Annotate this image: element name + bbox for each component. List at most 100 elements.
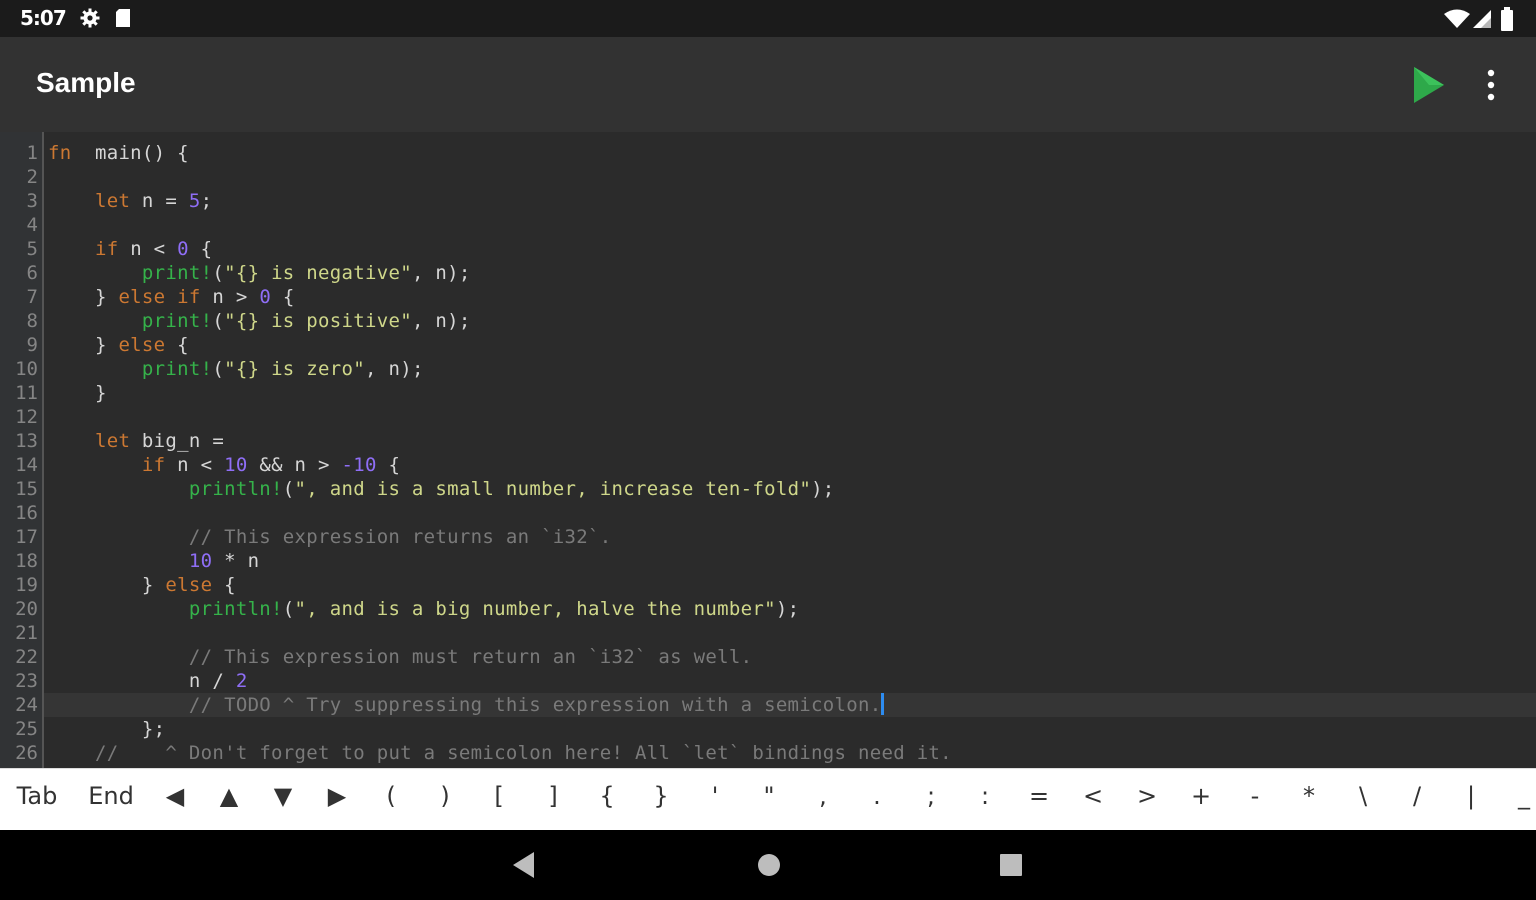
extra-key[interactable]: + (1188, 769, 1214, 831)
run-button[interactable] (1404, 61, 1448, 109)
extra-key[interactable]: Tab (12, 769, 62, 831)
code-line[interactable]: // TODO ^ Try suppressing this expressio… (48, 693, 885, 717)
home-icon[interactable] (756, 852, 782, 878)
back-icon[interactable] (510, 850, 540, 880)
code-token: // ^ Don't forget to put a semicolon her… (94, 742, 952, 764)
code-token: 10 (224, 454, 248, 476)
extra-key[interactable]: } (648, 769, 674, 831)
code-line[interactable]: } else if n > 0 { (48, 285, 295, 309)
extra-key[interactable]: ▼ (270, 769, 296, 831)
wifi-icon (1444, 9, 1470, 28)
code-token: "{} is positive" (224, 310, 412, 332)
code-token: ", and is a small number, increase ten-f… (294, 478, 812, 500)
extra-key[interactable]: ◀ (162, 769, 188, 831)
code-line[interactable]: } else { (48, 573, 236, 597)
cell-signal-icon (1473, 10, 1491, 28)
code-line[interactable]: print!("{} is zero", n); (48, 357, 424, 381)
extra-key[interactable]: \ (1350, 769, 1376, 831)
extra-key[interactable]: | (1458, 769, 1484, 831)
code-line[interactable]: println!(", and is a big number, halve t… (48, 597, 799, 621)
code-token: { (165, 334, 189, 356)
code-editor[interactable]: 1 2 3 4 5 6 7 8 9 10 11 12 13 14 15 16 17 18 19 20 21 22 23 24 2… (0, 132, 1536, 768)
extra-key[interactable]: " (756, 769, 782, 831)
code-line[interactable]: if n < 0 { (48, 237, 212, 261)
code-token: && n > (247, 454, 342, 476)
code-line[interactable]: }; (48, 717, 165, 741)
extra-key[interactable]: [ (486, 769, 512, 831)
code-token: -10 (341, 454, 377, 476)
code-token: println! (188, 598, 283, 620)
code-token: ( (212, 358, 225, 380)
code-line[interactable]: println!(", and is a small number, incre… (48, 477, 835, 501)
code-token: , n); (411, 262, 471, 284)
line-number: 1 (26, 142, 38, 164)
code-line[interactable]: // This expression returns an `i32`. (48, 525, 611, 549)
line-number: 17 (15, 526, 38, 548)
code-token: else if (118, 286, 201, 308)
code-line[interactable]: let big_n = (48, 429, 224, 453)
code-token: n > (200, 286, 260, 308)
code-token: { (188, 238, 213, 260)
extra-key[interactable]: ) (432, 769, 458, 831)
code-line[interactable]: } else { (48, 333, 189, 357)
code-token: if (94, 238, 119, 260)
line-number: 16 (15, 502, 38, 524)
line-number: 18 (15, 550, 38, 572)
code-line[interactable]: fn main() { (48, 141, 189, 165)
extra-key[interactable]: : (972, 769, 998, 831)
extra-key[interactable]: ( (378, 769, 404, 831)
system-nav-bar (0, 830, 1536, 900)
code-line[interactable]: print!("{} is positive", n); (48, 309, 471, 333)
extra-key[interactable]: , (810, 769, 836, 831)
code-token: { (376, 454, 401, 476)
code-line[interactable]: if n < 10 && n > -10 { (48, 453, 400, 477)
code-token: n / (48, 670, 236, 692)
code-token: * n (212, 550, 260, 572)
extra-key[interactable]: { (594, 769, 620, 831)
code-line[interactable]: } (48, 381, 107, 405)
extra-key[interactable]: ▶ (324, 769, 350, 831)
code-token: ( (282, 598, 295, 620)
line-number: 23 (15, 670, 38, 692)
extra-key[interactable]: = (1026, 769, 1052, 831)
extra-key[interactable]: End (86, 769, 136, 831)
code-token: let (94, 190, 131, 212)
code-line[interactable]: // ^ Don't forget to put a semicolon her… (48, 741, 952, 765)
extra-key[interactable]: . (864, 769, 890, 831)
code-token: print! (141, 310, 213, 332)
code-token: if (141, 454, 166, 476)
extra-key[interactable]: ; (918, 769, 944, 831)
line-number: 13 (15, 430, 38, 452)
extra-key[interactable]: * (1296, 769, 1322, 831)
page-title: Sample (36, 67, 136, 98)
extra-key[interactable]: - (1242, 769, 1268, 831)
code-token: ); (811, 478, 835, 500)
code-token: 0 (177, 238, 189, 260)
line-number: 6 (26, 262, 38, 284)
code-line[interactable]: // This expression must return an `i32` … (48, 645, 752, 669)
extra-key[interactable]: ▲ (216, 769, 242, 831)
code-line[interactable]: n / 2 (48, 669, 248, 693)
code-token: // This expression returns an `i32`. (188, 526, 612, 548)
code-line[interactable]: print!("{} is negative", n); (48, 261, 471, 285)
code-line[interactable]: let n = 5; (48, 189, 212, 213)
recents-icon[interactable] (998, 852, 1024, 878)
extra-key[interactable]: ] (540, 769, 566, 831)
extra-key[interactable]: ' (702, 769, 728, 831)
extra-key[interactable]: > (1134, 769, 1160, 831)
extra-key[interactable]: _ (1512, 769, 1536, 831)
line-number: 11 (15, 382, 38, 404)
more-options-button[interactable] (1476, 65, 1506, 105)
extra-key[interactable]: < (1080, 769, 1106, 831)
code-token: big_n = (130, 430, 225, 452)
extra-key[interactable]: / (1404, 769, 1430, 831)
code-line[interactable]: 10 * n (48, 549, 259, 573)
code-token: println! (188, 478, 283, 500)
